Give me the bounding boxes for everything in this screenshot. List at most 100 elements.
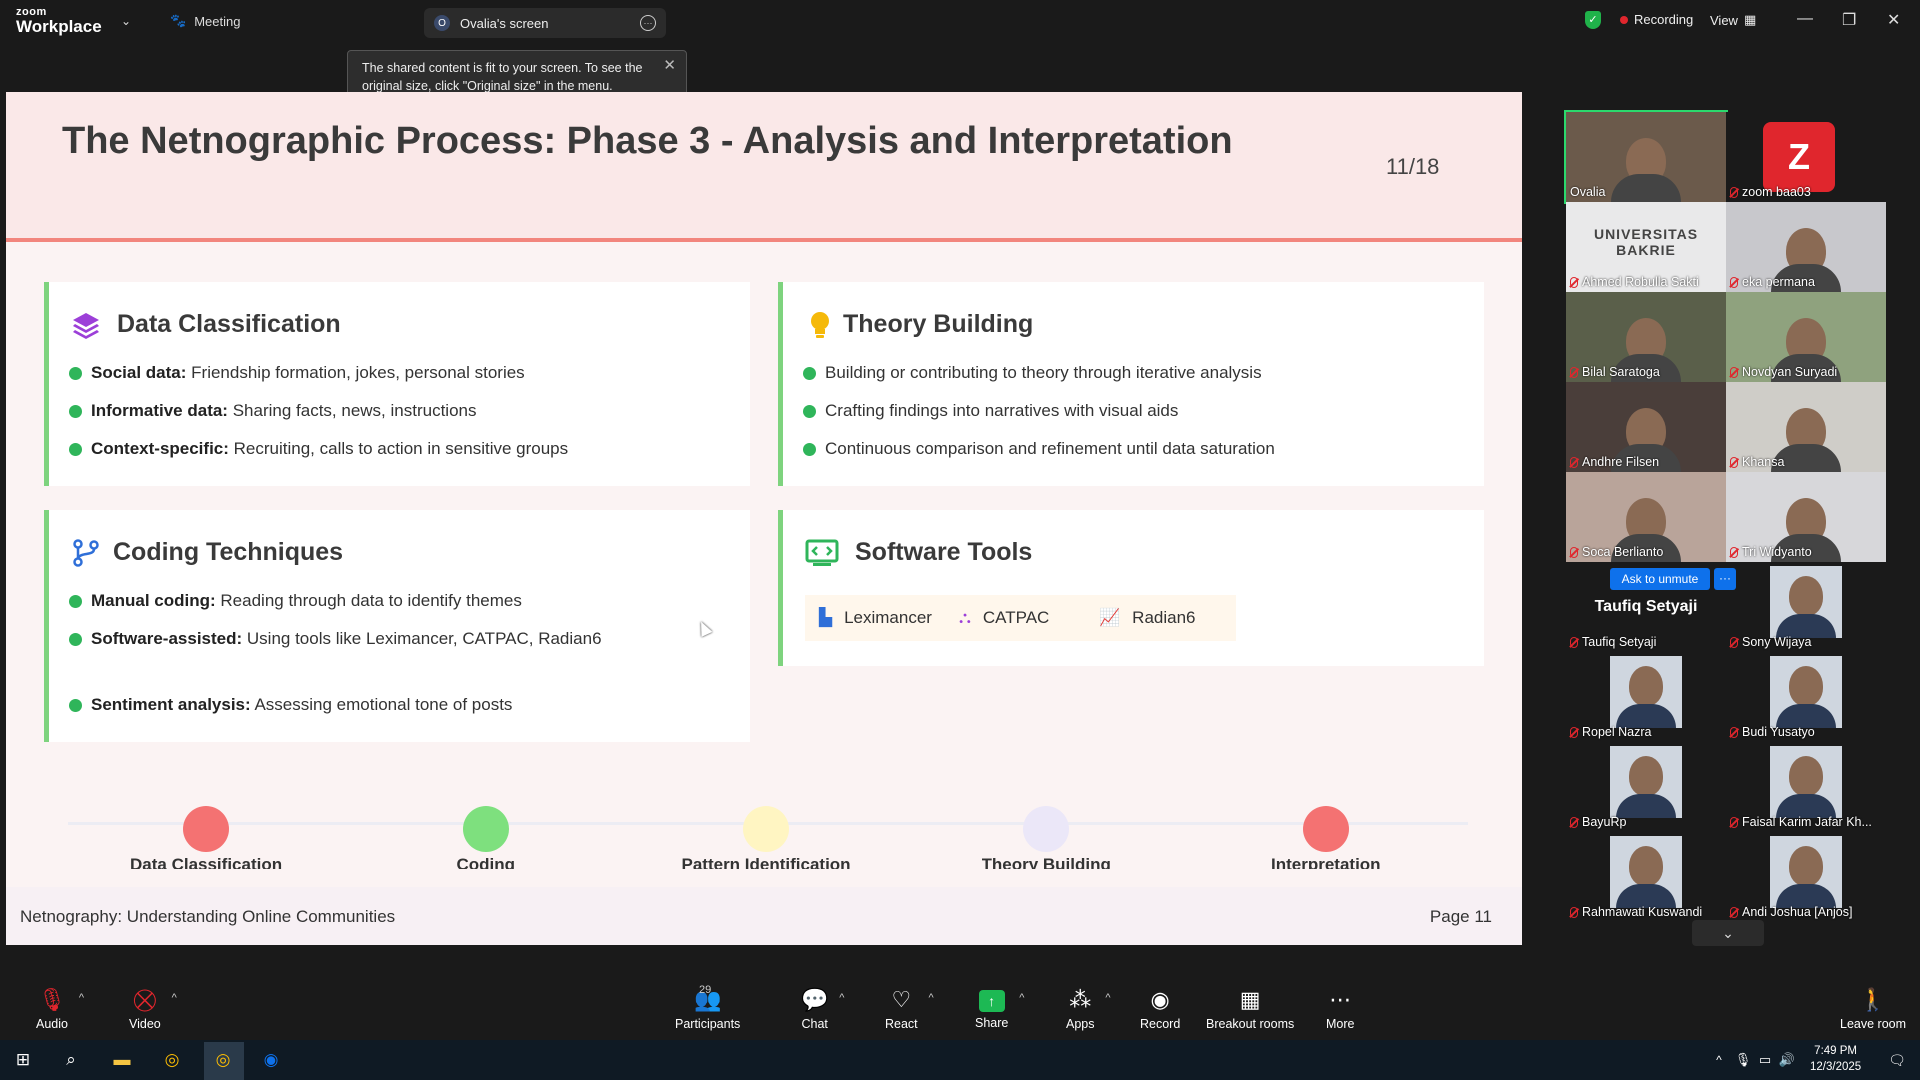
zoom-logo[interactable]: zoom Workplace <box>16 7 102 36</box>
participant-tile[interactable]: UNIVERSITAS BAKRIE Ahmed Robulla Sakti <box>1566 202 1726 292</box>
participant-tile[interactable]: Budi Yusatyo <box>1726 652 1886 742</box>
participant-name: Ropel Nazra <box>1570 725 1651 739</box>
video-off-icon: ⛒ <box>133 987 157 1012</box>
tooltip-text: The shared content is fit to your screen… <box>362 61 643 93</box>
participant-tile[interactable]: Tri Widyanto <box>1726 472 1886 562</box>
list-item: Social data: Friendship formation, jokes… <box>69 354 568 392</box>
participant-tile[interactable]: BayuRp <box>1566 742 1726 832</box>
participant-tile[interactable]: Ovalia <box>1564 110 1728 204</box>
chrome-active-icon[interactable]: ◎ <box>210 1048 236 1072</box>
list-item: Context-specific: Recruiting, calls to a… <box>69 430 568 468</box>
participant-tile[interactable]: Zzoom baa03 <box>1726 112 1886 202</box>
search-icon[interactable]: ⌕ <box>58 1048 84 1072</box>
branch-icon <box>73 539 99 567</box>
card-title: Data Classification <box>117 310 341 338</box>
mic-muted-icon <box>1730 186 1738 198</box>
participant-tile[interactable]: Sony Wijaya <box>1726 562 1886 652</box>
record-button[interactable]: ◉ Record <box>1140 980 1180 1040</box>
shield-icon[interactable]: ✓ <box>1585 11 1601 29</box>
avatar <box>1770 836 1842 908</box>
participant-tile[interactable]: Rahmawati Kuswandi <box>1566 832 1726 922</box>
card-list: Manual coding: Reading through data to i… <box>69 582 602 724</box>
participant-name: Andhre Filsen <box>1570 455 1659 469</box>
recording-indicator[interactable]: Recording <box>1620 12 1693 27</box>
grid-icon: ▦ <box>1743 12 1757 27</box>
zoom-app-icon[interactable]: ◉ <box>258 1048 284 1072</box>
meeting-button[interactable]: 🐾 Meeting <box>170 13 240 29</box>
chevron-up-icon[interactable]: ^ <box>839 992 844 1004</box>
share-button[interactable]: ↑ Share ^ <box>975 980 1024 1040</box>
participant-tile[interactable]: eka permana <box>1726 202 1886 292</box>
university-logo: UNIVERSITAS BAKRIE <box>1593 226 1699 258</box>
screen-share-tab[interactable]: O Ovalia's screen ··· <box>424 8 666 38</box>
tool-chip-radian6: 📈 Radian6 <box>1085 595 1236 641</box>
participant-name: Novdyan Suryadi <box>1730 365 1837 379</box>
speaker-icon[interactable]: 🔊 <box>1774 1048 1800 1072</box>
video-button[interactable]: ⛒ Video ^ <box>129 980 177 1040</box>
participant-tile[interactable]: Andi Joshua [Anjos] <box>1726 832 1886 922</box>
notification-icon[interactable]: 🗨 <box>1884 1048 1910 1072</box>
close-icon[interactable]: ✕ <box>1887 10 1900 30</box>
timeline-node <box>463 806 509 852</box>
breakout-rooms-button[interactable]: ▦ Breakout rooms <box>1206 980 1294 1040</box>
chevron-up-icon[interactable]: ^ <box>79 992 84 1004</box>
chevron-down-icon[interactable]: ⌄ <box>121 14 131 28</box>
speaker-name: Taufiq Setyaji <box>1594 598 1698 615</box>
leave-room-button[interactable]: 🚶 Leave room <box>1840 980 1906 1040</box>
tile-more-button[interactable]: ··· <box>1714 568 1736 590</box>
mic-muted-icon <box>1730 546 1738 558</box>
apps-button[interactable]: ⁂ Apps ^ <box>1066 980 1111 1040</box>
windows-taskbar: ⊞ ⌕ ▬ ◎ ◎ ◉ ^ 🎙 ▭ 🔊 7:49 PM 12/3/2025 🗨 <box>0 1040 1920 1080</box>
bullet-icon <box>69 632 82 646</box>
participant-name: Ahmed Robulla Sakti <box>1570 275 1699 289</box>
chevron-up-icon[interactable]: ^ <box>172 992 177 1004</box>
participant-tile[interactable]: Andhre Filsen <box>1566 382 1726 472</box>
footer-page: Page 11 <box>1429 907 1492 926</box>
minimize-icon[interactable]: — <box>1797 10 1813 28</box>
avatar <box>1770 656 1842 728</box>
mic-muted-icon <box>1570 636 1578 648</box>
participant-tile[interactable]: Soca Berlianto <box>1566 472 1726 562</box>
slide-page-counter: 11/18 <box>1386 154 1440 179</box>
timeline-label: Coding <box>456 855 516 869</box>
bullet-icon <box>803 404 816 418</box>
ask-to-unmute-button[interactable]: Ask to unmute <box>1610 568 1710 590</box>
participant-tile[interactable]: Khansa <box>1726 382 1886 472</box>
participant-name: Tri Widyanto <box>1730 545 1812 559</box>
chevron-up-icon[interactable]: ^ <box>1105 992 1110 1004</box>
react-button[interactable]: ♡ React ^ <box>885 980 934 1040</box>
bullet-icon <box>803 366 816 380</box>
video-gallery-panel: Ovalia Zzoom baa03 UNIVERSITAS BAKRIE Ahmed… <box>1564 110 1888 946</box>
chrome-icon[interactable]: ◎ <box>159 1048 185 1072</box>
screen-tab-label: Ovalia's screen <box>460 15 549 31</box>
view-button[interactable]: View ▦ <box>1710 12 1756 28</box>
chat-button[interactable]: 💬 Chat ^ <box>801 980 844 1040</box>
chevron-up-icon[interactable]: ^ <box>928 992 933 1004</box>
participant-tile[interactable]: Ropel Nazra <box>1566 652 1726 742</box>
restore-icon[interactable]: ❐ <box>1842 10 1856 30</box>
participant-tile[interactable]: Novdyan Suryadi <box>1726 292 1886 382</box>
participant-tile[interactable]: Faisal Karim Jafar Kh... <box>1726 742 1886 832</box>
mic-muted-icon <box>1570 726 1578 738</box>
participant-name: Rahmawati Kuswandi <box>1570 905 1702 919</box>
participant-name: Ovalia <box>1570 185 1606 199</box>
mic-muted-icon <box>1570 456 1578 468</box>
participant-tile[interactable]: Bilal Saratoga <box>1566 292 1726 382</box>
more-options-icon[interactable]: ··· <box>640 15 656 31</box>
layers-icon <box>73 313 99 339</box>
tooltip-close-icon[interactable]: ✕ <box>663 55 676 76</box>
participant-name: Faisal Karim Jafar Kh... <box>1730 815 1872 829</box>
avatar <box>1770 746 1842 818</box>
chevron-up-icon[interactable]: ^ <box>1706 1048 1732 1072</box>
chevron-down-icon[interactable]: ⌄ <box>1692 920 1764 946</box>
participants-button[interactable]: 👥 29 Participants <box>675 980 740 1040</box>
participants-count: 29 <box>699 984 712 996</box>
windows-start-icon[interactable]: ⊞ <box>10 1048 36 1072</box>
more-button[interactable]: ⋯ More <box>1326 980 1354 1040</box>
chevron-up-icon[interactable]: ^ <box>1019 992 1024 1004</box>
audio-button[interactable]: 🎙 Audio ^ <box>36 980 84 1040</box>
list-item: Informative data: Sharing facts, news, i… <box>69 392 568 430</box>
view-label: View <box>1710 12 1738 28</box>
file-explorer-icon[interactable]: ▬ <box>109 1048 135 1072</box>
system-clock[interactable]: 7:49 PM 12/3/2025 <box>1810 1044 1861 1075</box>
